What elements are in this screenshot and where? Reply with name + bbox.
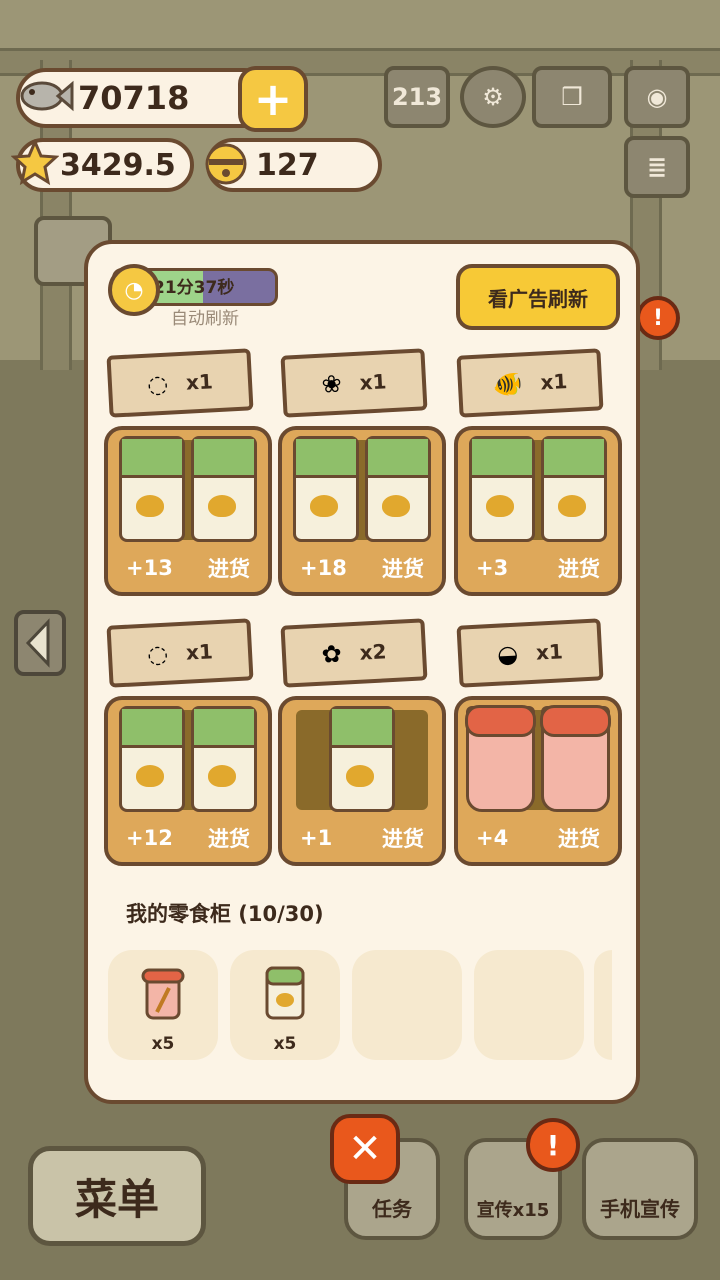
menu-button[interactable]: 菜单 [28, 1146, 206, 1246]
banana-chips-icon: ◌ [146, 639, 169, 669]
restock-item-card[interactable]: +18 进货 ❀ x1 [278, 348, 446, 596]
stock-count: +18 [300, 556, 347, 580]
snack-can [541, 436, 607, 542]
restock-button[interactable]: 进货 [558, 553, 600, 583]
auto-refresh-label: 自动刷新 [171, 309, 239, 329]
phone-promo-label: 手机宣传 [600, 1197, 680, 1221]
restock-button[interactable]: 进货 [208, 823, 250, 853]
timer-text: 21分37秒 [153, 278, 235, 298]
item-quantity: x1 [185, 369, 214, 395]
phone-promo-button[interactable]: 手机宣传 [582, 1138, 698, 1240]
inventory-slot-partial [594, 950, 612, 1060]
snack-can [365, 436, 431, 542]
restock-button[interactable]: 进货 [208, 553, 250, 583]
stock-count: +1 [300, 826, 333, 850]
restock-item-card[interactable]: +4 进货 ◒ x1 [454, 618, 622, 866]
notice-card-icon[interactable]: ≣ [624, 136, 690, 198]
star-count: 3429.5 [60, 147, 176, 183]
snack-can [329, 706, 395, 812]
snack-can [191, 436, 257, 542]
restock-item-card[interactable]: +13 进货 ◌ x1 [104, 348, 272, 596]
restock-item-card[interactable]: +3 进货 🐠 x1 [454, 348, 622, 596]
snack-can [469, 436, 535, 542]
tasks-label: 任务 [372, 1197, 412, 1221]
fish-count: 70718 [78, 79, 190, 117]
crate: +1 进货 [278, 696, 446, 866]
item-sign: ◌ x1 [106, 348, 254, 418]
grain-sack-icon: ◒ [496, 639, 519, 669]
item-sign: ◌ x1 [106, 618, 254, 688]
crate: +18 进货 [278, 426, 446, 596]
stock-count: +13 [126, 556, 173, 580]
settings-gear-icon[interactable]: ⚙ [460, 66, 526, 128]
crate: +3 进货 [454, 426, 622, 596]
item-quantity: x1 [535, 639, 564, 665]
inventory-title: 我的零食柜 (10/30) [126, 902, 324, 926]
item-quantity: x1 [539, 369, 568, 395]
star-icon [10, 138, 60, 188]
snack-can [119, 706, 185, 812]
left-arrow-button[interactable] [14, 610, 66, 676]
camera-icon[interactable]: ◉ [624, 66, 690, 128]
restock-item-card[interactable]: +12 进货 ◌ x1 [104, 618, 272, 866]
inventory-slot[interactable]: x5 [230, 950, 340, 1060]
slot-quantity: x5 [151, 1034, 175, 1054]
promo-label: 宣传x15 [476, 1200, 550, 1221]
restock-item-card[interactable]: +1 进货 ✿ x2 [278, 618, 446, 866]
cat-book-icon[interactable]: ❒ [532, 66, 612, 128]
noodle-cup [540, 705, 611, 812]
stock-count: +3 [476, 556, 509, 580]
inventory-slot[interactable]: x5 [108, 950, 218, 1060]
bell-icon [200, 136, 252, 188]
add-fish-button[interactable]: + [238, 66, 308, 132]
banana-chips-icon: ◌ [146, 369, 169, 399]
restock-button[interactable]: 进货 [558, 823, 600, 853]
item-quantity: x2 [359, 639, 388, 665]
stock-count: +12 [126, 826, 173, 850]
crate: +4 进货 [454, 696, 622, 866]
item-sign: ◒ x1 [456, 618, 604, 688]
item-quantity: x1 [185, 639, 214, 665]
fish-icon [18, 68, 74, 124]
stock-count: +4 [476, 826, 509, 850]
snack-can [119, 436, 185, 542]
alert-icon: ! [636, 296, 680, 340]
item-sign: ❀ x1 [280, 348, 428, 418]
crate: +13 进货 [104, 426, 272, 596]
item-quantity: x1 [359, 369, 388, 395]
close-button[interactable]: ✕ [330, 1114, 400, 1184]
item-sign: 🐠 x1 [456, 348, 604, 418]
promo-alert-icon: ! [526, 1118, 580, 1172]
bell-count: 127 [256, 147, 319, 183]
watch-ad-refresh-button[interactable]: 看广告刷新 [456, 264, 620, 330]
noodle-cup [465, 705, 536, 812]
restock-button[interactable]: 进货 [382, 823, 424, 853]
restock-button[interactable]: 进货 [382, 553, 424, 583]
snack-can [293, 436, 359, 542]
flower-icon: ✿ [320, 639, 343, 669]
inventory-slot-empty[interactable] [474, 950, 584, 1060]
ranking-icon[interactable]: 213 [384, 66, 450, 128]
slot-quantity: x5 [273, 1034, 297, 1054]
bear-can-icon [262, 964, 308, 1022]
snack-can [191, 706, 257, 812]
clownfish-icon: 🐠 [491, 369, 524, 399]
item-sign: ✿ x2 [280, 618, 428, 688]
popcorn-icon: ❀ [320, 369, 343, 399]
noodle-cup-icon [140, 964, 186, 1022]
inventory-slot-empty[interactable] [352, 950, 462, 1060]
crate: +12 进货 [104, 696, 272, 866]
